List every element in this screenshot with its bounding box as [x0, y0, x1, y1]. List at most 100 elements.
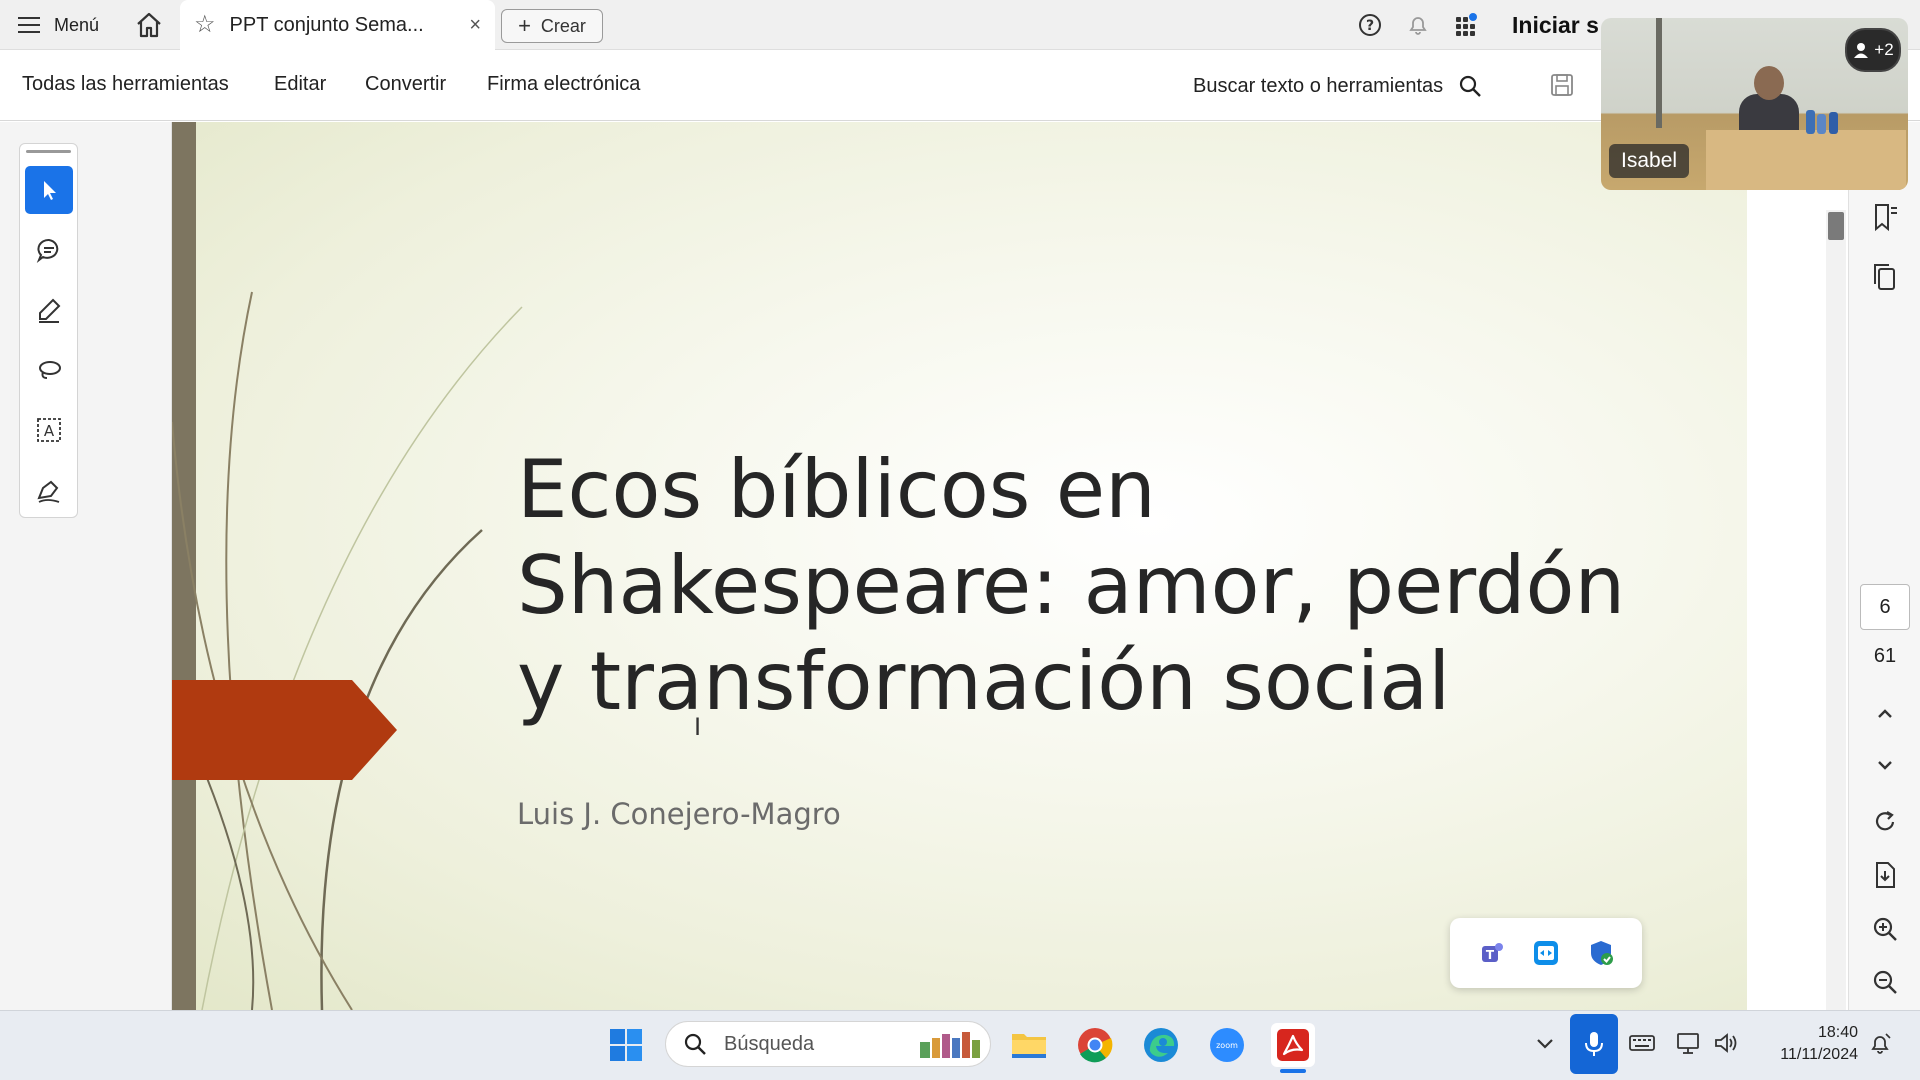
svg-text:T: T — [1486, 948, 1495, 962]
active-app-indicator — [1280, 1069, 1306, 1073]
bell-icon[interactable] — [1405, 12, 1431, 38]
search-icon — [684, 1033, 706, 1055]
video-background — [1656, 18, 1662, 128]
current-page-input[interactable]: 6 — [1860, 584, 1910, 630]
water-bottle — [1806, 110, 1815, 134]
cursor-arrow-icon — [44, 181, 56, 200]
person-icon — [1854, 43, 1869, 58]
security-shield-icon[interactable] — [1586, 938, 1616, 968]
svg-text:?: ? — [1366, 18, 1374, 34]
plus-icon: + — [518, 13, 531, 38]
chrome-app[interactable] — [1073, 1023, 1117, 1067]
copy-pages-icon[interactable] — [1868, 260, 1902, 294]
clock[interactable]: 18:40 11/11/2024 — [1760, 1022, 1858, 1066]
home-icon[interactable] — [133, 9, 165, 41]
zoom-app[interactable]: zoom — [1205, 1023, 1249, 1067]
windows-logo-icon — [610, 1029, 642, 1061]
folder-icon — [1012, 1034, 1046, 1058]
acrobat-app[interactable] — [1271, 1023, 1315, 1067]
svg-text:zoom: zoom — [1216, 1041, 1238, 1050]
quick-tools-strip: A — [19, 143, 78, 518]
microphone-icon — [1585, 1032, 1603, 1056]
zoom-out-icon[interactable] — [1868, 965, 1902, 999]
rotate-icon[interactable] — [1868, 805, 1902, 839]
all-tools-menu[interactable]: Todas las herramientas — [22, 73, 229, 96]
search-tools-label: Buscar texto o herramientas — [1193, 74, 1444, 97]
highlight-tool[interactable] — [25, 286, 73, 334]
esign-menu[interactable]: Firma electrónica — [487, 73, 640, 96]
participants-count: +2 — [1874, 40, 1894, 59]
convert-menu[interactable]: Convertir — [365, 73, 446, 96]
sign-in-link[interactable]: Iniciar s — [1512, 12, 1599, 39]
volume-icon[interactable] — [1712, 1030, 1740, 1056]
participant-name-label: Isabel — [1609, 144, 1690, 178]
slide-author: Luis J. Conejero-Magro — [517, 797, 841, 831]
pen-icon — [39, 298, 61, 323]
notifications-icon[interactable] — [1867, 1031, 1893, 1057]
select-tool[interactable] — [25, 166, 73, 214]
floating-app-tray: T — [1450, 918, 1642, 988]
lasso-icon — [39, 361, 61, 379]
file-explorer-app[interactable] — [1007, 1023, 1051, 1067]
chevron-down-icon[interactable] — [1868, 748, 1902, 782]
vertical-scrollbar[interactable] — [1826, 210, 1846, 1010]
water-bottle — [1829, 112, 1838, 134]
slide-title: Ecos bíblicos en Shakespeare: amor, perd… — [517, 443, 1626, 728]
show-hidden-icons-icon[interactable] — [1532, 1030, 1558, 1056]
scrollbar-thumb[interactable] — [1828, 212, 1844, 240]
slide-page[interactable]: Ecos bíblicos en Shakespeare: amor, perd… — [172, 122, 1747, 1010]
tab-title: PPT conjunto Sema... — [229, 13, 424, 36]
star-icon[interactable]: ☆ — [194, 13, 216, 37]
svg-text:A: A — [44, 422, 55, 440]
water-bottle — [1817, 114, 1826, 134]
drag-handle[interactable] — [26, 150, 71, 153]
slide-accent-arrow — [172, 680, 397, 780]
teamviewer-icon[interactable] — [1531, 938, 1561, 968]
comment-tool[interactable] — [25, 226, 73, 274]
chrome-icon — [1078, 1028, 1113, 1063]
text-box-icon: A — [37, 418, 61, 442]
edit-menu[interactable]: Editar — [274, 73, 326, 96]
speaker-head — [1754, 66, 1784, 100]
keyboard-icon[interactable] — [1628, 1031, 1656, 1055]
sign-tool[interactable] — [25, 466, 73, 514]
lasso-tool[interactable] — [25, 346, 73, 394]
search-tools-button[interactable]: Buscar texto o herramientas — [1193, 73, 1483, 99]
comment-icon — [36, 239, 59, 263]
bookmark-icon[interactable] — [1868, 200, 1902, 234]
close-tab-icon[interactable]: × — [469, 14, 481, 37]
participants-button[interactable]: +2 — [1845, 28, 1901, 72]
menu-button[interactable]: Menú — [18, 10, 99, 40]
taskbar-search[interactable]: Búsqueda — [665, 1021, 991, 1067]
text-select-tool[interactable]: A — [25, 406, 73, 454]
teams-icon[interactable]: T — [1476, 938, 1506, 968]
document-tab[interactable]: ☆ PPT conjunto Sema... × — [180, 0, 495, 50]
start-button[interactable] — [604, 1023, 648, 1067]
edge-app[interactable] — [1139, 1023, 1183, 1067]
search-icon — [1460, 75, 1481, 97]
clock-date: 11/11/2024 — [1780, 1046, 1858, 1063]
network-icon[interactable] — [1675, 1030, 1703, 1056]
acrobat-icon — [1277, 1029, 1309, 1061]
chevron-up-icon[interactable] — [1868, 697, 1902, 731]
microphone-button[interactable] — [1570, 1014, 1618, 1074]
apps-grid-icon[interactable] — [1453, 12, 1479, 38]
create-label: Crear — [540, 15, 586, 36]
save-icon[interactable] — [1548, 71, 1576, 99]
create-button[interactable]: + Crear — [501, 9, 603, 43]
hamburger-icon — [18, 17, 40, 33]
search-highlight-illustration-icon — [920, 1032, 980, 1058]
video-call-preview[interactable]: Isabel +2 — [1601, 18, 1908, 190]
video-desk — [1706, 130, 1906, 190]
text-cursor-icon: I — [694, 713, 702, 741]
zoom-icon: zoom — [1210, 1028, 1244, 1062]
clock-time: 18:40 — [1817, 1024, 1858, 1041]
signature-pen-icon — [37, 480, 60, 503]
menu-label: Menú — [54, 14, 100, 35]
help-icon[interactable]: ? — [1357, 12, 1383, 38]
zoom-in-icon[interactable] — [1868, 912, 1902, 946]
page-export-icon[interactable] — [1868, 858, 1902, 892]
edge-icon — [1144, 1028, 1178, 1062]
total-pages: 61 — [1873, 645, 1897, 667]
search-placeholder: Búsqueda — [724, 1032, 815, 1055]
